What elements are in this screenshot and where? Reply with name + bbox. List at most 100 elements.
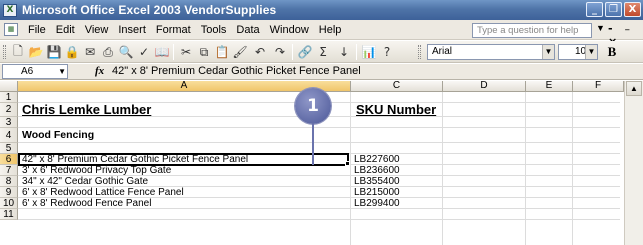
column-header-d[interactable]: D — [443, 81, 526, 92]
email-icon[interactable]: ✉ — [82, 44, 98, 60]
ask-question-input[interactable]: Type a question for help — [472, 23, 592, 38]
print-preview-icon[interactable]: 🔍 — [118, 44, 134, 60]
window-controls: _ ❐ X — [586, 2, 641, 17]
window-title: Microsoft Office Excel 2003 VendorSuppli… — [22, 3, 277, 17]
font-size-select[interactable]: 10 ▼ — [558, 44, 598, 60]
column-header-f[interactable]: F — [573, 81, 624, 92]
hyperlink-icon[interactable]: 🔗 — [297, 44, 313, 60]
gridline — [525, 92, 526, 245]
sku-cell[interactable]: LB355400 — [352, 176, 400, 187]
spelling-icon[interactable]: ✓ — [136, 44, 152, 60]
column-header-c[interactable]: C — [351, 81, 443, 92]
cut-icon[interactable]: ✂ — [178, 44, 194, 60]
ask-dropdown-icon[interactable]: ▼ — [596, 23, 605, 33]
row-header-3[interactable]: 3 — [0, 117, 18, 128]
menu-help[interactable]: Help — [319, 24, 342, 36]
copy-icon[interactable]: ⧉ — [196, 44, 212, 60]
chevron-down-icon[interactable]: ▼ — [585, 45, 597, 59]
permission-icon[interactable]: 🔒 — [64, 44, 80, 60]
row-header-1[interactable]: 1 — [0, 92, 18, 103]
menu-data[interactable]: Data — [236, 24, 259, 36]
gridline — [350, 92, 351, 245]
menu-insert[interactable]: Insert — [118, 24, 146, 36]
toolbar-separator — [292, 44, 293, 60]
research-icon[interactable]: 📖 — [154, 44, 170, 60]
menu-file[interactable]: File — [28, 24, 46, 36]
sku-header-cell[interactable]: SKU Number — [354, 103, 436, 116]
fill-handle[interactable] — [345, 161, 350, 166]
sku-cell[interactable]: LB227600 — [352, 154, 400, 165]
maximize-button[interactable]: ❐ — [605, 2, 622, 17]
row-header-5[interactable]: 5 — [0, 143, 18, 154]
close-button[interactable]: X — [624, 2, 641, 17]
font-name-value: Arial — [432, 46, 453, 57]
row-header-7[interactable]: 7 — [0, 165, 18, 176]
workbook-icon[interactable]: ▦ — [4, 23, 18, 36]
gridline — [18, 219, 620, 220]
standard-toolbar: 🗋 📂 💾 🔒 ✉ ⎙ 🔍 ✓ 📖 ✂ ⧉ 📋 🖌 ↶ ↷ 🔗 Σ ↓ 📊 ? … — [0, 41, 643, 63]
active-cell-selection[interactable] — [18, 153, 349, 166]
save-icon[interactable]: 💾 — [46, 44, 62, 60]
step-callout-badge: 1 — [295, 88, 331, 124]
scroll-up-icon[interactable]: ▲ — [626, 81, 642, 96]
row-header-4[interactable]: 4 — [0, 128, 18, 143]
item-cell[interactable]: 34" x 42" Cedar Gothic Gate — [20, 176, 148, 187]
title-bar: X Microsoft Office Excel 2003 VendorSupp… — [0, 0, 643, 20]
insert-function-icon[interactable]: fx — [95, 65, 104, 77]
font-name-select[interactable]: Arial ▼ — [427, 44, 555, 60]
gridline — [442, 92, 443, 245]
row-header-10[interactable]: 10 — [0, 198, 18, 209]
menu-edit[interactable]: Edit — [56, 24, 75, 36]
company-name-cell[interactable]: Chris Lemke Lumber — [20, 103, 151, 116]
chevron-down-icon[interactable]: ▼ — [542, 45, 554, 59]
print-icon[interactable]: ⎙ — [100, 44, 116, 60]
bold-button[interactable]: B — [604, 44, 620, 60]
undo-icon[interactable]: ↶ — [252, 44, 268, 60]
callout-pointer-line — [312, 124, 314, 165]
item-cell[interactable]: 3' x 6' Redwood Privacy Top Gate — [20, 165, 171, 176]
column-header-a[interactable]: A — [18, 81, 351, 92]
redo-icon[interactable]: ↷ — [272, 44, 288, 60]
chevron-down-icon[interactable]: ▼ — [58, 65, 66, 78]
section-title-cell[interactable]: Wood Fencing — [20, 130, 94, 141]
menu-window[interactable]: Window — [270, 24, 309, 36]
gridline — [572, 92, 573, 245]
sku-cell[interactable]: LB215000 — [352, 187, 400, 198]
format-painter-icon[interactable]: 🖌 — [232, 44, 248, 60]
toolbar-separator — [356, 44, 357, 60]
menu-tools[interactable]: Tools — [201, 24, 227, 36]
select-all-corner[interactable] — [0, 81, 18, 92]
formula-bar: A6 ▼ fx 42" x 8' Premium Cedar Gothic Pi… — [0, 64, 643, 80]
new-icon[interactable]: 🗋 — [10, 44, 26, 60]
row-header-11[interactable]: 11 — [0, 209, 18, 220]
menu-view[interactable]: View — [85, 24, 109, 36]
item-cell[interactable]: 6' x 8' Redwood Lattice Fence Panel — [20, 187, 184, 198]
name-box-value: A6 — [21, 66, 34, 77]
menu-bar: ▦ File Edit View Insert Format Tools Dat… — [0, 20, 643, 48]
sku-cell[interactable]: LB236600 — [352, 165, 400, 176]
row-header-8[interactable]: 8 — [0, 176, 18, 187]
formula-input[interactable]: 42" x 8' Premium Cedar Gothic Picket Fen… — [112, 65, 361, 77]
toolbar-grip[interactable] — [3, 45, 6, 59]
item-cell[interactable]: 6' x 8' Redwood Fence Panel — [20, 198, 151, 209]
menu-format[interactable]: Format — [156, 24, 191, 36]
row-header-9[interactable]: 9 — [0, 187, 18, 198]
sort-ascending-icon[interactable]: ↓ — [336, 44, 352, 60]
gridline — [18, 127, 620, 128]
chart-wizard-icon[interactable]: 📊 — [361, 44, 377, 60]
help-icon[interactable]: ? — [379, 44, 395, 60]
row-header-6[interactable]: 6 — [0, 154, 18, 165]
excel-app-icon[interactable]: X — [3, 3, 17, 17]
autosum-icon[interactable]: Σ — [315, 44, 331, 60]
column-header-e[interactable]: E — [526, 81, 573, 92]
name-box[interactable]: A6 ▼ — [2, 64, 68, 79]
gridline — [18, 142, 620, 143]
formatting-toolbar-grip[interactable] — [418, 45, 421, 59]
row-header-2[interactable]: 2 — [0, 103, 18, 117]
minimize-button[interactable]: _ — [586, 2, 603, 17]
vertical-scrollbar[interactable]: ▲ — [624, 81, 643, 245]
paste-icon[interactable]: 📋 — [214, 44, 230, 60]
sku-cell[interactable]: LB299400 — [352, 198, 400, 209]
toolbar-separator — [173, 44, 174, 60]
open-icon[interactable]: 📂 — [28, 44, 44, 60]
